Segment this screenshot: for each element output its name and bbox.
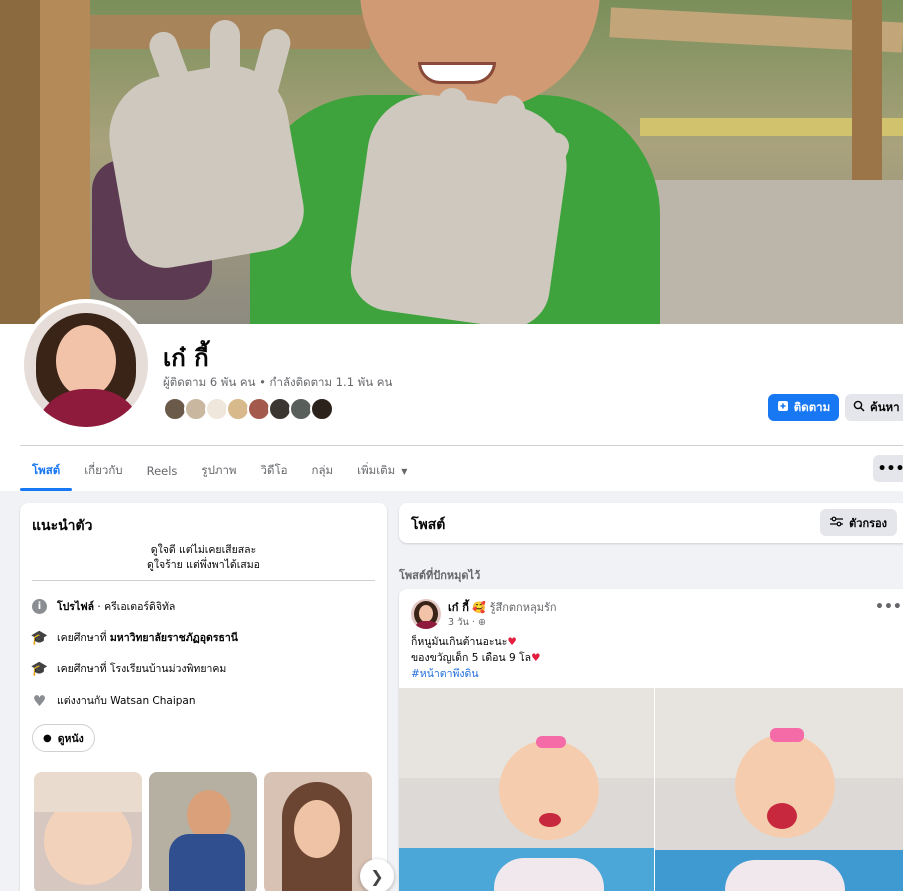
education-prefix: เคยศึกษาที่	[57, 632, 110, 644]
more-options-button[interactable]: •••	[873, 455, 903, 482]
tab-reels[interactable]: Reels	[135, 451, 190, 491]
featured-photo[interactable]	[34, 772, 142, 891]
filter-label: ตัวกรอง	[849, 516, 887, 530]
follow-button[interactable]: ติดตาม	[768, 394, 839, 421]
post-author-avatar[interactable]	[411, 599, 441, 629]
intro-card: แนะนำตัว ดูใจดี แต่ไม่เคยเสียสละ ดูใจร้า…	[20, 503, 394, 891]
post-meta: 3 วัน · ⊕	[448, 615, 486, 630]
bio-line: ดูใจร้าย แต่พึ่งพาได้เสมอ	[147, 559, 260, 571]
graduation-cap-icon: 🎓	[30, 660, 49, 677]
red-heart-icon: ♥	[507, 636, 517, 648]
info-icon: i	[32, 599, 47, 614]
post-photo[interactable]	[399, 688, 654, 891]
featured-photo[interactable]	[264, 772, 372, 891]
cover-face	[360, 0, 600, 110]
post-hashtag[interactable]: #หน้าตาพึงดิน	[411, 666, 541, 682]
follow-label: ติดตาม	[793, 399, 831, 414]
bio: ดูใจดี แต่ไม่เคยเสียสละ ดูใจร้าย แต่พึ่ง…	[32, 543, 375, 573]
hobby-label: ดูหนัง	[57, 732, 84, 745]
cover-wood-post	[0, 0, 40, 324]
graduation-cap-icon: 🎓	[30, 629, 49, 646]
cover-photo[interactable]	[0, 0, 903, 324]
intro-profile-row: i โปรไฟล์ · ครีเอเตอร์ดิจิทัล	[32, 598, 175, 615]
filter-button[interactable]: ตัวกรอง	[820, 509, 897, 536]
cover-smile	[418, 62, 496, 84]
featured-photo[interactable]	[149, 772, 257, 891]
pinned-posts-label: โพสต์ที่ปักหมุดไว้	[399, 569, 481, 582]
post-options-button[interactable]: •••	[875, 599, 902, 615]
post-author-line: เก๋ กี้ 🥰 รู้สึกตกหลุมรัก	[448, 598, 557, 616]
search-icon	[853, 400, 865, 415]
education-text: เคยศึกษาที่ โรงเรียนบ้านม่วงพิทยาคม	[57, 663, 227, 675]
posts-title: โพสต์	[411, 517, 446, 533]
heart-icon: ♥	[32, 691, 47, 710]
post-line: ก็หนูมันเกินต้านอะนะ	[411, 636, 508, 648]
search-button[interactable]: ค้นหา	[845, 394, 903, 421]
intro-education-row: 🎓 เคยศึกษาที่ โรงเรียนบ้านม่วงพิทยาคม	[30, 660, 227, 677]
tab-more-label: เพิ่มเติม	[357, 463, 396, 477]
red-heart-icon: ♥	[531, 652, 541, 664]
posts-header-card: โพสต์ ตัวกรอง	[399, 503, 903, 543]
tab-videos[interactable]: วิดีโอ	[249, 451, 300, 491]
profile-label: โปรไฟล์	[57, 601, 95, 613]
intro-education-row: 🎓 เคยศึกษาที่ มหาวิทยาลัยราชภัฏอุดรธานี	[30, 629, 238, 646]
profile-stats[interactable]: ผู้ติดตาม 6 พัน คน • กำลังติดตาม 1.1 พัน…	[163, 374, 392, 392]
cover-finger	[210, 20, 240, 110]
globe-icon: ⊕	[477, 617, 486, 628]
profile-tabs: โพสต์ เกี่ยวกับ Reels รูปภาพ วิดีโอ กลุ่…	[20, 451, 419, 491]
bio-divider	[32, 580, 375, 581]
post-line: ของขวัญเด็ก 5 เดือน 9 โล	[411, 652, 532, 664]
post-author-name[interactable]: เก๋ กี้	[448, 601, 469, 614]
education-school-link[interactable]: มหาวิทยาลัยราชภัฏอุดรธานี	[110, 632, 238, 644]
relationship-text: แต่งงานกับ Watsan Chaipan	[57, 695, 196, 707]
tab-groups[interactable]: กลุ่ม	[300, 451, 346, 491]
post-photo[interactable]	[655, 688, 903, 891]
filter-icon	[830, 516, 844, 530]
post-text: ก็หนูมันเกินต้านอะนะ♥ ของขวัญเด็ก 5 เดือ…	[411, 634, 541, 682]
feeling-emoji-icon: 🥰	[472, 601, 487, 614]
bio-line: ดูใจดี แต่ไม่เคยเสียสละ	[150, 544, 257, 556]
caret-down-icon: ▼	[401, 466, 408, 476]
profile-name: เก๋ กี้	[163, 344, 209, 372]
post-time[interactable]: 3 วัน ·	[448, 617, 478, 628]
cover-wood-post	[40, 0, 90, 324]
search-label: ค้นหา	[870, 399, 900, 414]
intro-title: แนะนำตัว	[32, 518, 93, 534]
friend-avatar[interactable]	[310, 397, 334, 421]
pinned-post: เก๋ กี้ 🥰 รู้สึกตกหลุมรัก 3 วัน · ⊕ ••• …	[399, 589, 903, 891]
profile-category: · ครีเอเตอร์ดิจิทัล	[94, 601, 176, 613]
mickey-icon: ●	[43, 732, 52, 744]
follow-icon	[777, 400, 789, 415]
post-feeling: รู้สึกตกหลุมรัก	[489, 601, 557, 614]
tab-about[interactable]: เกี่ยวกับ	[72, 451, 134, 491]
profile-avatar[interactable]	[20, 299, 152, 431]
tab-posts[interactable]: โพสต์	[20, 451, 73, 491]
tab-photos[interactable]: รูปภาพ	[189, 451, 248, 491]
header-divider	[20, 445, 903, 446]
chevron-right-icon[interactable]: ❯	[360, 859, 394, 891]
tab-more[interactable]: เพิ่มเติม ▼	[345, 451, 419, 491]
hobby-chip[interactable]: ● ดูหนัง	[32, 724, 95, 752]
intro-relationship-row: ♥ แต่งงานกับ Watsan Chaipan	[32, 691, 196, 710]
